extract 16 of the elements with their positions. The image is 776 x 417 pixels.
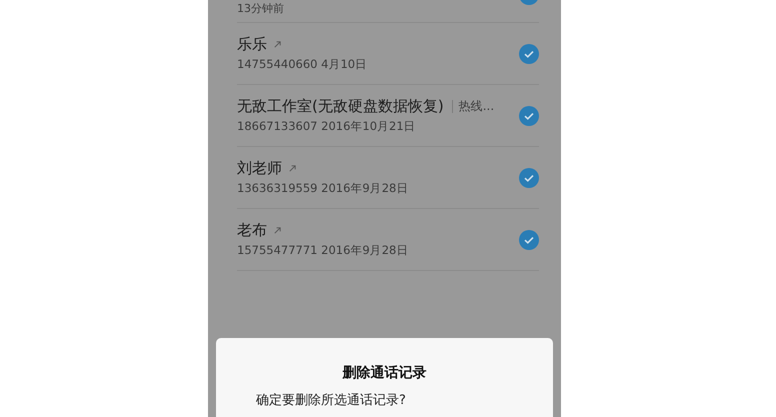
contact-tag: 热线... [458,98,494,115]
checked-circle-icon[interactable] [519,44,539,64]
call-detail: 13636319559 2016年9月28日 [237,181,408,196]
checked-circle-icon[interactable] [519,168,539,188]
call-detail: 14755440660 4月10日 [237,57,368,72]
checked-circle-icon[interactable] [519,106,539,126]
checked-circle-icon[interactable] [519,230,539,250]
dialog-message: 确定要删除所选通话记录? [256,393,406,409]
call-detail: 18667133607 2016年10月21日 [237,119,417,134]
contact-name: 刘老师 [237,159,282,178]
contact-name: 老布 [237,221,267,240]
contact-name: 无敌工作室(无敌硬盘数据恢复) [237,97,444,116]
dialog-title: 删除通话记录 [342,364,426,382]
call-detail: 13分钟前 [237,1,284,16]
contact-name: 乐乐 [237,35,267,54]
call-detail: 15755477771 2016年9月28日 [237,243,408,258]
